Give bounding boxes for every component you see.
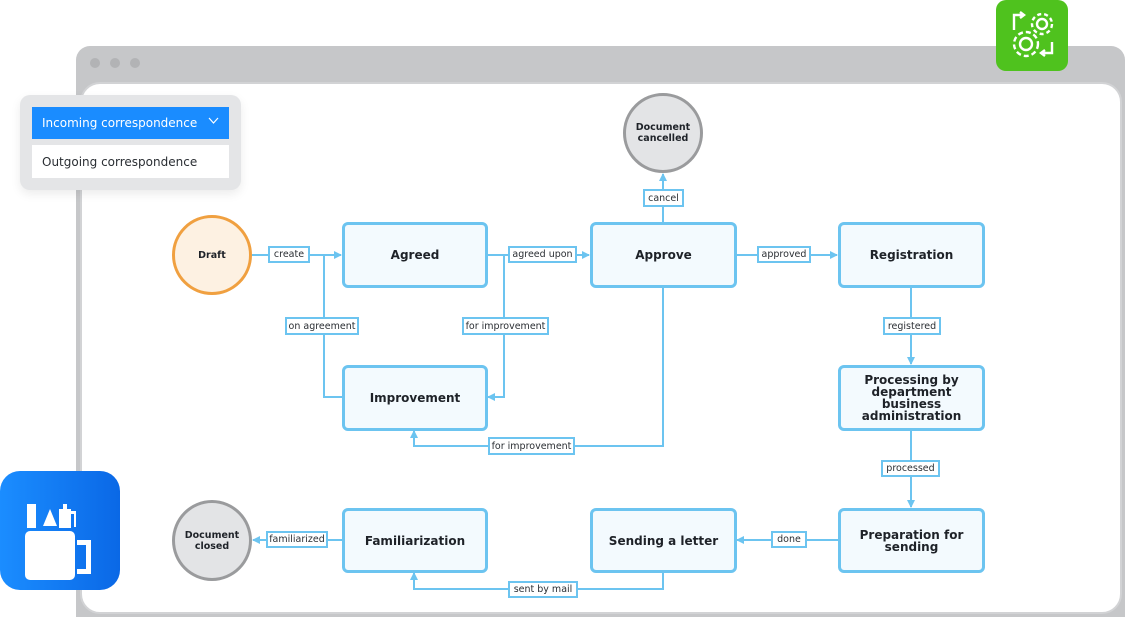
node-preparation[interactable]: Preparation for sending <box>838 508 985 573</box>
label-familiarized: familiarized <box>266 531 328 548</box>
label-sent-by-mail: sent by mail <box>508 581 578 598</box>
label-processed: processed <box>881 460 940 477</box>
label-for-improvement: for improvement <box>462 317 549 335</box>
stationery-mug-icon <box>0 471 120 590</box>
correspondence-dropdown: Incoming correspondence Outgoing corresp… <box>20 95 241 190</box>
node-improvement[interactable]: Improvement <box>342 365 488 431</box>
node-agreed[interactable]: Agreed <box>342 222 488 288</box>
gears-workflow-icon <box>996 0 1068 71</box>
node-approve[interactable]: Approve <box>590 222 737 288</box>
label-for-improvement: for improvement <box>488 437 575 455</box>
node-registration[interactable]: Registration <box>838 222 985 288</box>
label-cancel: cancel <box>643 189 684 207</box>
label-agreed-upon: agreed upon <box>508 246 577 263</box>
dropdown-selected[interactable]: Incoming correspondence <box>32 107 229 139</box>
node-draft[interactable]: Draft <box>172 215 252 295</box>
node-processing[interactable]: Processing by department business admini… <box>838 365 985 431</box>
node-document-closed[interactable]: Document closed <box>172 500 252 581</box>
label-on-agreement: on agreement <box>285 317 359 335</box>
chevron-down-icon[interactable] <box>208 115 219 129</box>
label-create: create <box>268 246 310 263</box>
dropdown-option-outgoing[interactable]: Outgoing correspondence <box>32 145 229 178</box>
node-document-cancelled[interactable]: Document cancelled <box>623 93 703 173</box>
dropdown-selected-label: Incoming correspondence <box>42 116 198 130</box>
node-familiarization[interactable]: Familiarization <box>342 508 488 573</box>
node-sending-letter[interactable]: Sending a letter <box>590 508 737 573</box>
label-approved: approved <box>757 246 811 263</box>
label-registered: registered <box>883 317 941 335</box>
label-done: done <box>771 531 807 548</box>
